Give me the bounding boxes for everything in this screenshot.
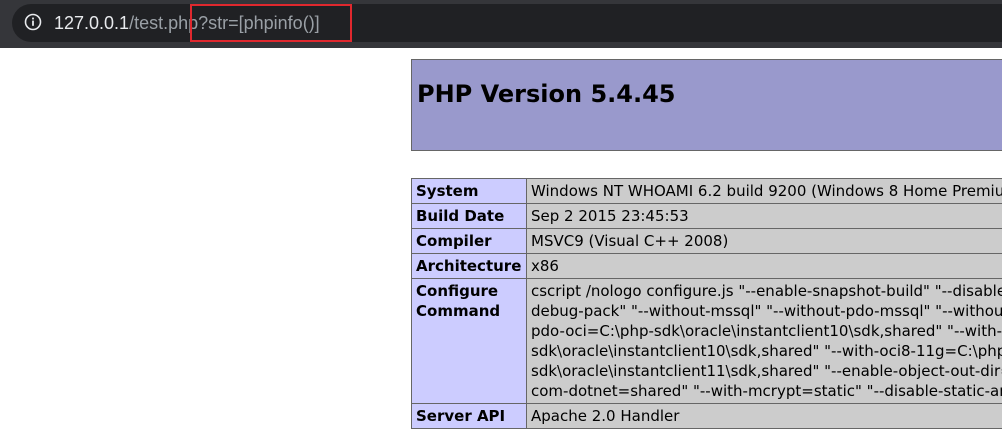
row-label: Compiler xyxy=(412,229,527,254)
url-host: 127.0.0.1 xyxy=(54,13,129,33)
row-label: Configure Command xyxy=(412,279,527,404)
row-value: MSVC9 (Visual C++ 2008) xyxy=(527,229,1002,254)
table-row: CompilerMSVC9 (Visual C++ 2008) xyxy=(412,229,1002,254)
row-label: System xyxy=(412,179,527,204)
row-value: x86 xyxy=(527,254,1002,279)
info-icon[interactable] xyxy=(24,13,42,31)
row-label: Build Date xyxy=(412,204,527,229)
browser-toolbar: 127.0.0.1/test.php?str=[phpinfo()] xyxy=(0,0,1002,48)
table-row: Configure Commandcscript /nologo configu… xyxy=(412,279,1002,404)
phpinfo-table: SystemWindows NT WHOAMI 6.2 build 9200 (… xyxy=(411,178,1002,429)
row-label: Architecture xyxy=(412,254,527,279)
table-row: SystemWindows NT WHOAMI 6.2 build 9200 (… xyxy=(412,179,1002,204)
row-value: Sep 2 2015 23:45:53 xyxy=(527,204,1002,229)
query-highlight-annotation xyxy=(190,4,352,42)
table-row: Build DateSep 2 2015 23:45:53 xyxy=(412,204,1002,229)
table-row: Architecturex86 xyxy=(412,254,1002,279)
page-title: PHP Version 5.4.45 xyxy=(417,80,675,108)
row-value: cscript /nologo configure.js "--enable-s… xyxy=(527,279,1002,404)
row-value: Windows NT WHOAMI 6.2 build 9200 (Window… xyxy=(527,179,1002,204)
php-version-header: PHP Version 5.4.45 xyxy=(411,59,1002,151)
